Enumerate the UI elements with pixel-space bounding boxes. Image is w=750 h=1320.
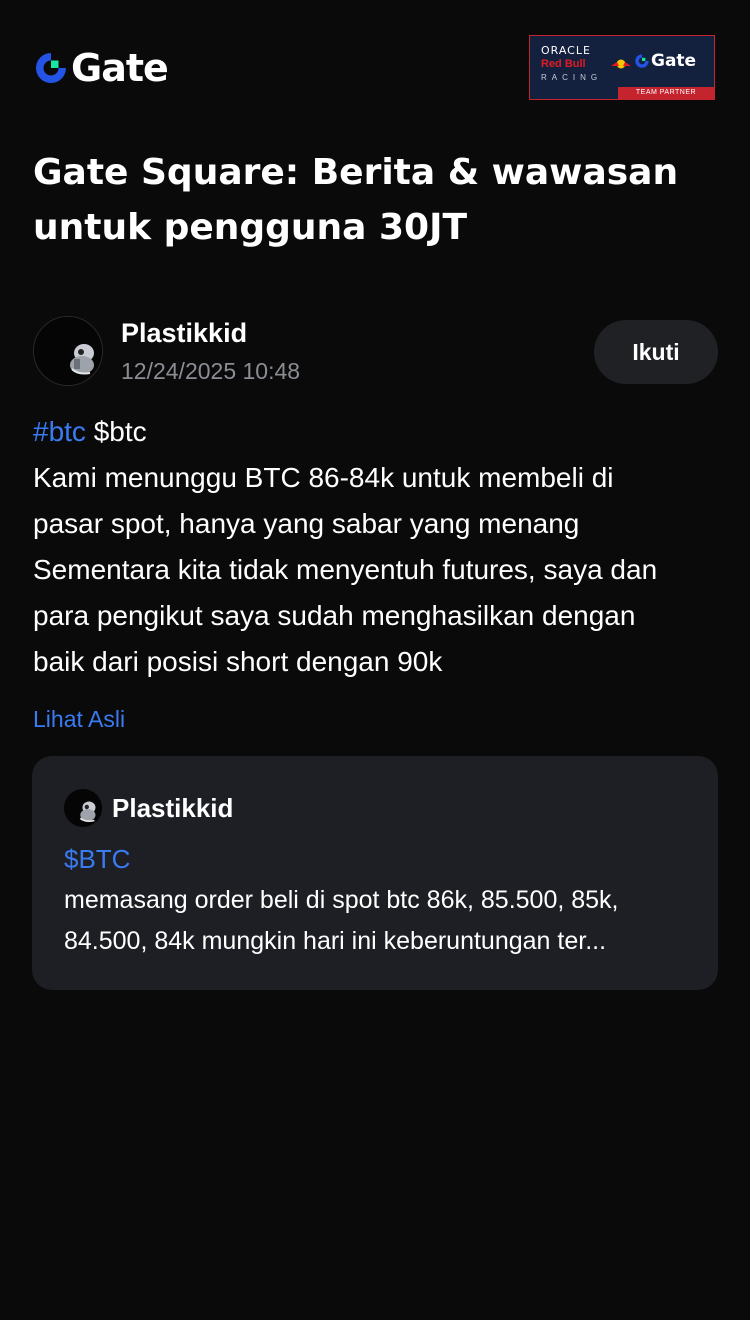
cashtag-text: $btc: [93, 416, 147, 447]
gate-logo[interactable]: Gate: [33, 46, 169, 90]
post-line: para pengikut saya sudah menghasilkan de…: [33, 600, 636, 631]
page-title: Gate Square: Berita & wawasan untuk peng…: [33, 152, 679, 248]
quoted-author-name[interactable]: Plastikkid: [112, 793, 233, 824]
gate-mini-icon: [635, 54, 649, 68]
partner-gate-logo: Gate: [634, 51, 696, 71]
hashtag-link[interactable]: #btc: [33, 416, 86, 447]
user-avatar-icon: [34, 317, 102, 385]
quoted-author-avatar[interactable]: [64, 789, 102, 827]
post-timestamp: 12/24/2025 10:48: [121, 358, 301, 384]
logo-text: Gate: [71, 46, 169, 90]
quoted-post-line: memasang order beli di spot btc 86k, 85.…: [64, 886, 619, 914]
post-body: Kami menunggu BTC 86-84k untuk membeli d…: [33, 455, 723, 685]
team-partner-label: TEAM PARTNER: [618, 87, 714, 99]
follow-button[interactable]: Ikuti: [594, 320, 718, 384]
quoted-cashtag-link[interactable]: $BTC: [64, 844, 130, 875]
author-avatar[interactable]: [33, 316, 103, 386]
post-line: Kami menunggu BTC 86-84k untuk membeli d…: [33, 462, 614, 493]
post-line: baik dari posisi short dengan 90k: [33, 646, 443, 677]
quoted-post-body: memasang order beli di spot btc 86k, 85.…: [64, 880, 694, 962]
partner-redbull-text: Red Bull: [541, 58, 586, 70]
post-line: Sementara kita tidak menyentuh futures, …: [33, 554, 658, 585]
quoted-post-line: 84.500, 84k mungkin hari ini keberuntung…: [64, 927, 607, 955]
gate-logo-icon: [33, 50, 69, 86]
red-bull-icon: [610, 57, 632, 76]
see-original-link[interactable]: Lihat Asli: [33, 706, 125, 733]
partner-badge: ORACLE Red Bull RACING Gate TEAM PARTNER: [529, 35, 715, 100]
author-name[interactable]: Plastikkid: [121, 318, 247, 349]
post-tags: #btc $btc: [33, 416, 147, 448]
user-avatar-icon: [64, 789, 102, 827]
partner-racing-text: RACING: [541, 73, 603, 82]
partner-oracle-text: ORACLE: [541, 44, 591, 57]
quoted-post-card[interactable]: Plastikkid $BTC memasang order beli di s…: [32, 756, 718, 990]
partner-gate-text: Gate: [651, 51, 697, 71]
post-line: pasar spot, hanya yang sabar yang menang: [33, 508, 580, 539]
